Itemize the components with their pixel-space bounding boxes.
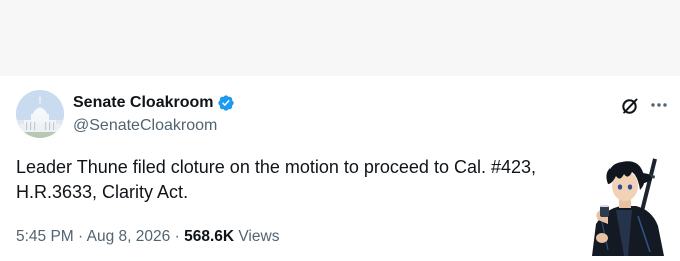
views-count: 568.6K — [184, 228, 235, 245]
tweet-date[interactable]: Aug 8, 2026 — [87, 228, 171, 245]
top-band — [0, 0, 680, 76]
tweet-time[interactable]: 5:45 PM — [16, 228, 74, 245]
anime-character-sticker — [578, 154, 674, 256]
tweet-text: Leader Thune filed cloture on the motion… — [16, 155, 616, 205]
meta-separator: · — [78, 228, 84, 245]
views-label: Views — [238, 228, 280, 245]
verified-badge-icon[interactable] — [217, 94, 235, 112]
meta-separator-2: · — [174, 228, 180, 245]
more-icon[interactable] — [648, 94, 670, 116]
display-name[interactable]: Senate Cloakroom — [73, 94, 213, 112]
tweet-meta: 5:45 PM · Aug 8, 2026 · 568.6K Views — [16, 228, 279, 246]
display-name-row: Senate Cloakroom — [73, 94, 235, 112]
tweet-text-line-2: H.R.3633, Clarity Act. — [16, 182, 189, 202]
handle[interactable]: @SenateCloakroom — [73, 117, 217, 135]
grok-icon[interactable] — [620, 96, 640, 116]
avatar[interactable] — [16, 90, 64, 138]
tweet-text-line-1: Leader Thune filed cloture on the motion… — [16, 157, 537, 177]
capitol-avatar-image — [16, 90, 64, 138]
